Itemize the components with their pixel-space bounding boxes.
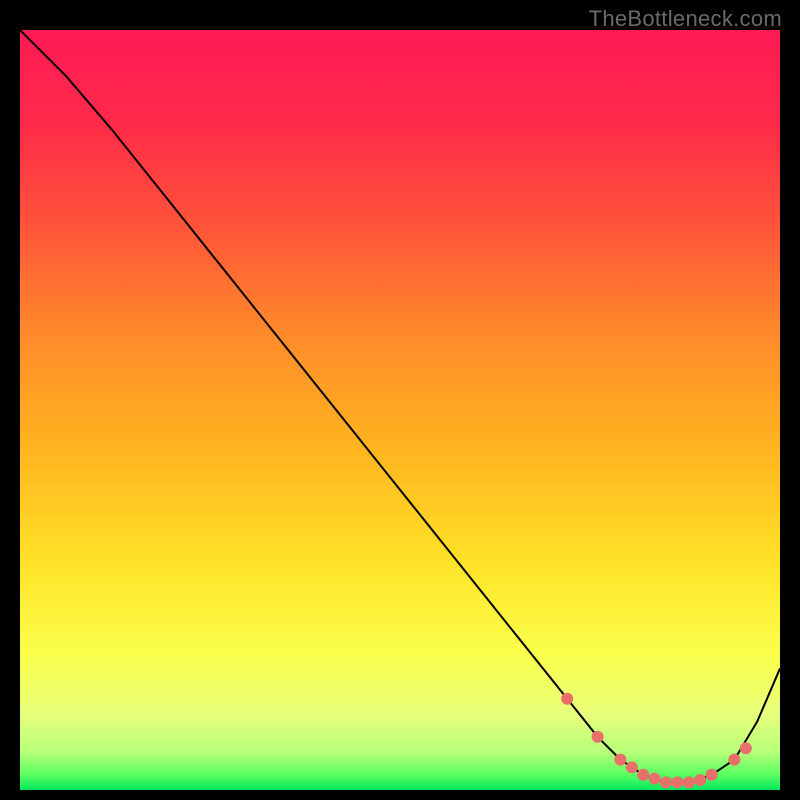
curve-marker <box>671 776 683 788</box>
curve-marker <box>694 774 706 786</box>
curve-marker <box>706 769 718 781</box>
attribution-text: TheBottleneck.com <box>589 6 782 32</box>
curve-line <box>20 30 780 782</box>
curve-marker <box>637 769 649 781</box>
curve-marker <box>592 731 604 743</box>
curve-marker <box>561 693 573 705</box>
bottleneck-curve <box>20 30 780 790</box>
curve-marker <box>614 754 626 766</box>
curve-markers <box>561 693 752 789</box>
curve-marker <box>683 776 695 788</box>
curve-marker <box>660 776 672 788</box>
curve-marker <box>728 754 740 766</box>
curve-marker <box>626 761 638 773</box>
chart-frame: TheBottleneck.com <box>0 0 800 800</box>
curve-marker <box>649 773 661 785</box>
curve-marker <box>740 742 752 754</box>
chart-plot-area <box>20 30 780 790</box>
